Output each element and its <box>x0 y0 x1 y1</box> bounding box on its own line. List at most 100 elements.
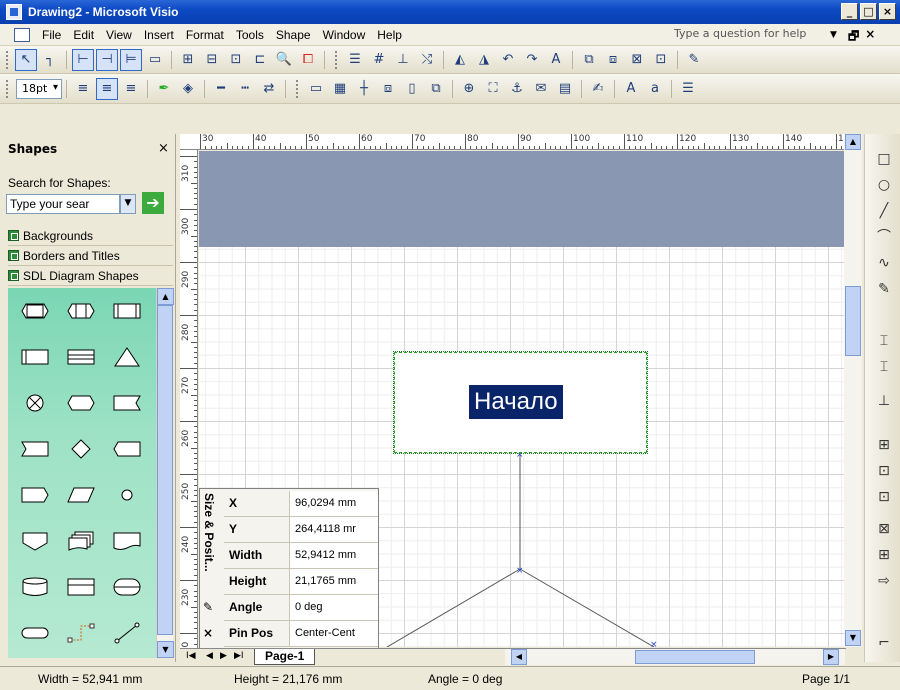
maximize-button[interactable]: □ <box>860 3 877 20</box>
sdl-shape-output[interactable] <box>112 392 142 414</box>
grid-icon[interactable]: # <box>368 49 390 71</box>
arc-tool-icon[interactable]: ⌒ <box>873 226 895 248</box>
line-pattern-icon[interactable]: ┅ <box>234 78 256 100</box>
scroll-down-icon[interactable]: ▼ <box>157 641 174 658</box>
size-row-x[interactable]: X 96,0294 mm <box>224 491 378 517</box>
connector-right-icon[interactable]: ⌐ <box>873 632 895 654</box>
stencil-sdl-diagram[interactable]: SDL Diagram Shapes <box>8 266 173 286</box>
line-weight-icon[interactable]: ━ <box>210 78 232 100</box>
stamp-icon[interactable]: ⊡ <box>873 486 895 508</box>
menu-edit[interactable]: Edit <box>67 28 100 42</box>
rotate-right-icon[interactable]: ↷ <box>521 49 543 71</box>
sdl-shape-terminator[interactable] <box>20 392 50 414</box>
guide-icon[interactable]: ⊥ <box>392 49 414 71</box>
sdl-shape-dynamic-connector[interactable] <box>66 622 96 644</box>
canvas-horizontal-scrollbar[interactable]: ◀ ▶ <box>505 649 845 665</box>
scroll-thumb[interactable] <box>157 305 173 635</box>
size-row-angle[interactable]: Angle 0 deg <box>224 595 378 621</box>
size-row-pin-pos[interactable]: Pin Pos Center-Cent <box>224 621 378 647</box>
freeform-tool-icon[interactable]: ∿ <box>873 252 895 274</box>
comment-icon[interactable]: ✉ <box>530 78 552 100</box>
line-ends-icon[interactable]: ⇄ <box>258 78 280 100</box>
chevron-down-icon[interactable]: ▼ <box>830 30 837 40</box>
align-right-icon[interactable]: ≡ <box>120 78 142 100</box>
sdl-shape-rounded-rect[interactable] <box>112 576 142 598</box>
decrease-font-icon[interactable]: a <box>644 78 666 100</box>
canvas-vertical-scrollbar[interactable]: ▲ ▼ <box>844 134 862 647</box>
size-row-y[interactable]: Y 264,4118 mr <box>224 517 378 543</box>
menu-insert[interactable]: Insert <box>138 28 180 42</box>
ungroup-icon[interactable]: ⊡ <box>650 49 672 71</box>
sdl-shape-procedure[interactable] <box>112 300 142 322</box>
text-block-icon[interactable]: ☰ <box>677 78 699 100</box>
layers-icon[interactable]: ☰ <box>344 49 366 71</box>
search-go-button[interactable]: ➔ <box>142 192 164 214</box>
shapes-scrollbar[interactable]: ▲ ▼ <box>156 288 174 658</box>
hyperlink-icon[interactable]: ⚓ <box>506 78 528 100</box>
sdl-shape-connector[interactable] <box>112 484 142 506</box>
page-icon[interactable]: ▯ <box>401 78 423 100</box>
text-block-tool-icon[interactable]: ⊨ <box>120 48 142 71</box>
next-page-icon[interactable]: ▶ <box>220 651 227 661</box>
rectangle-tool-icon[interactable]: □ <box>873 148 895 170</box>
callout-icon[interactable]: ⊡ <box>873 460 895 482</box>
connection-point-tool-icon[interactable]: ⊢ <box>72 48 94 71</box>
scroll-thumb[interactable] <box>635 650 755 664</box>
scroll-thumb[interactable] <box>845 286 861 356</box>
close-button[interactable]: × <box>879 3 896 20</box>
rectangle-tool-icon[interactable]: ▭ <box>144 49 166 71</box>
shapesheet-icon[interactable]: ⊕ <box>458 78 480 100</box>
shapes-pane-close-icon[interactable]: × <box>158 141 169 156</box>
font-size-select[interactable]: 18pt <box>16 78 62 99</box>
sdl-shape-parallelogram[interactable] <box>66 484 96 506</box>
stencil-backgrounds[interactable]: Backgrounds <box>8 226 173 246</box>
scroll-up-icon[interactable]: ▲ <box>845 134 861 150</box>
sdl-shape-service[interactable] <box>20 346 50 368</box>
ruler-icon[interactable]: ▭ <box>305 78 327 100</box>
sdl-shape-task[interactable] <box>66 346 96 368</box>
send-backward-icon[interactable]: ⧈ <box>602 49 624 71</box>
grid-toggle-icon[interactable]: ▦ <box>329 78 351 100</box>
flip-vertical-icon[interactable]: ◮ <box>473 49 495 71</box>
sdl-shape-decision[interactable] <box>66 392 96 414</box>
align-shapes-icon[interactable]: ⊞ <box>177 49 199 71</box>
fill-color-icon[interactable]: ◈ <box>177 78 199 100</box>
sdl-shape-document[interactable] <box>112 530 142 552</box>
restore-icon[interactable]: 🗗 <box>848 27 859 48</box>
menu-shape[interactable]: Shape <box>270 28 317 42</box>
zoom-icon[interactable]: 🔍 <box>273 49 295 71</box>
size-row-width[interactable]: Width 52,9412 mm <box>224 543 378 569</box>
sdl-shape-offpage[interactable] <box>20 530 50 552</box>
align-left-icon[interactable]: ≡ <box>72 78 94 100</box>
document-icon[interactable] <box>14 27 30 42</box>
connector-tool-icon[interactable]: ⌶ <box>873 330 895 352</box>
connector-tool-icon[interactable]: ┐ <box>39 49 61 71</box>
size-row-height[interactable]: Height 21,1765 mm <box>224 569 378 595</box>
menu-format[interactable]: Format <box>180 28 230 42</box>
visio-app-icon[interactable] <box>6 4 22 20</box>
fill-icon[interactable]: ⇨ <box>873 570 895 592</box>
prev-page-icon[interactable]: ◀ <box>206 651 213 661</box>
search-dropdown-icon[interactable]: ▼ <box>120 194 136 214</box>
sdl-shape-send[interactable] <box>20 484 50 506</box>
sdl-shape-multidoc[interactable] <box>66 530 96 552</box>
align-center-icon[interactable]: ≡ <box>96 77 118 100</box>
scroll-left-icon[interactable]: ◀ <box>511 649 527 665</box>
line-tool-icon[interactable]: ╱ <box>873 200 895 222</box>
sdl-shape-start[interactable] <box>20 300 50 322</box>
text-rotate-icon[interactable]: A <box>545 49 567 71</box>
sdl-shape-rectangle[interactable] <box>66 576 96 598</box>
sdl-shape-database[interactable] <box>20 576 50 598</box>
first-page-icon[interactable]: I◀ <box>186 651 196 661</box>
minimize-button[interactable]: _ <box>841 3 858 20</box>
line-color-icon[interactable]: ✒ <box>153 78 175 100</box>
connection-points-icon[interactable]: ⧈ <box>377 78 399 100</box>
scroll-down-icon[interactable]: ▼ <box>845 630 861 646</box>
distribute-shapes-icon[interactable]: ⊟ <box>201 49 223 71</box>
connect-shapes-icon[interactable]: ⊏ <box>249 49 271 71</box>
pan-zoom-icon[interactable]: ⧉ <box>425 78 447 100</box>
scroll-up-icon[interactable]: ▲ <box>157 288 174 305</box>
insert-shape-icon[interactable]: ⊠ <box>873 518 895 540</box>
guides-toggle-icon[interactable]: ┼ <box>353 78 375 100</box>
start-shape-label[interactable]: Начало <box>469 385 563 419</box>
